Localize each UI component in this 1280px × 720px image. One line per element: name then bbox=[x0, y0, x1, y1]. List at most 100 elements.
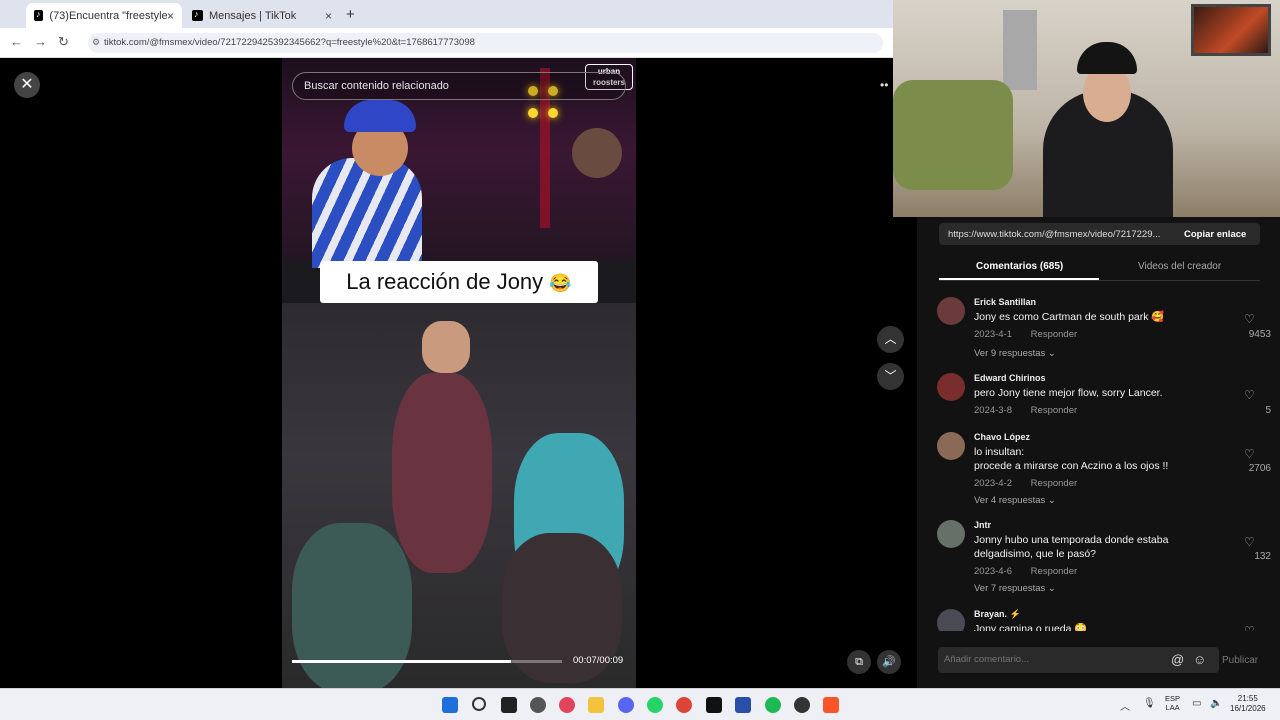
clock-date: 16/1/2026 bbox=[1230, 704, 1266, 713]
comment-item: Brayan. ⚡ Jony camina o rueda 😳 ♡ bbox=[937, 609, 1267, 631]
search-related-input[interactable]: Buscar contenido relacionado bbox=[292, 72, 626, 100]
share-url[interactable]: https://www.tiktok.com/@fmsmex/video/721… bbox=[948, 229, 1174, 240]
obs-icon[interactable] bbox=[794, 697, 810, 713]
file-explorer-icon[interactable] bbox=[588, 697, 604, 713]
chatgpt-icon[interactable] bbox=[530, 697, 546, 713]
tiktok-icon bbox=[34, 9, 44, 21]
like-heart-icon[interactable]: ♡ bbox=[1244, 624, 1255, 631]
view-replies-button[interactable]: Ver 4 respuestas ⌄ bbox=[974, 495, 1056, 506]
comment-meta: 2023-4-2 Responder bbox=[974, 478, 1077, 489]
whatsapp-icon[interactable] bbox=[647, 697, 663, 713]
tab-mensajes[interactable]: Mensajes | TikTok × bbox=[184, 3, 340, 28]
volume-tray-icon[interactable]: 🔈 bbox=[1210, 698, 1222, 709]
previous-video-button[interactable]: ︿ bbox=[877, 326, 904, 353]
reply-button[interactable]: Responder bbox=[1031, 478, 1077, 489]
avatar[interactable] bbox=[937, 609, 965, 631]
url-field[interactable]: ⚙ tiktok.com/@fmsmex/video/7217229425392… bbox=[88, 33, 883, 53]
tab-creator-videos[interactable]: Videos del creador bbox=[1138, 261, 1221, 272]
back-icon[interactable]: ← bbox=[10, 34, 23, 49]
like-heart-icon[interactable]: ♡ bbox=[1244, 535, 1255, 549]
copy-link-button[interactable]: Copiar enlace bbox=[1184, 229, 1246, 240]
comment-username[interactable]: Edward Chirinos bbox=[974, 373, 1046, 383]
comment-meta: 2024-3-8 Responder bbox=[974, 405, 1077, 416]
like-heart-icon[interactable]: ♡ bbox=[1244, 447, 1255, 461]
volume-icon[interactable]: 🔊 bbox=[877, 650, 901, 674]
comment-item: Jntr Jonny hubo una temporada donde esta… bbox=[937, 520, 1271, 598]
reply-button[interactable]: Responder bbox=[1031, 566, 1077, 577]
avatar[interactable] bbox=[937, 297, 965, 325]
video-player[interactable]: urban roosters Buscar contenido relacion… bbox=[282, 58, 636, 688]
more-options-icon[interactable]: •• bbox=[880, 78, 888, 92]
reply-button[interactable]: Responder bbox=[1031, 329, 1077, 340]
microphone-icon[interactable]: 🎙 bbox=[1143, 698, 1156, 709]
person-maroon-hoodie bbox=[392, 373, 492, 573]
comment-date: 2023-4-6 bbox=[974, 566, 1013, 577]
panel-tabs: Comentarios (685) Videos del creador bbox=[939, 261, 1260, 281]
new-tab-button[interactable]: + bbox=[346, 6, 355, 23]
keyboard-language[interactable]: ESP LAA bbox=[1165, 694, 1180, 712]
comment-username[interactable]: Erick Santillan bbox=[974, 297, 1036, 307]
tab-comments[interactable]: Comentarios (685) bbox=[976, 261, 1063, 272]
app-icon[interactable] bbox=[501, 697, 517, 713]
search-icon[interactable] bbox=[472, 697, 486, 711]
webcam-overlay bbox=[893, 0, 1280, 217]
close-video-button[interactable]: ✕ bbox=[14, 72, 40, 98]
windows-start-icon[interactable] bbox=[442, 697, 458, 713]
comment-text: Jonny hubo una temporada donde estaba de… bbox=[974, 534, 1169, 560]
tiktok-icon bbox=[192, 9, 203, 21]
browser-tabbar: (73)Encuentra "freestyle" en × Mensajes … bbox=[0, 0, 893, 28]
fridge bbox=[1003, 10, 1037, 90]
publish-button[interactable]: Publicar bbox=[1222, 655, 1258, 666]
discord-icon[interactable] bbox=[618, 697, 634, 713]
mention-at-icon[interactable]: @ bbox=[1171, 652, 1184, 667]
site-info-icon[interactable]: ⚙ bbox=[92, 37, 100, 48]
view-replies-button[interactable]: Ver 9 respuestas ⌄ bbox=[974, 348, 1056, 359]
capcut-icon[interactable] bbox=[706, 697, 722, 713]
stage-light bbox=[528, 108, 538, 118]
app-icon[interactable] bbox=[735, 697, 751, 713]
streamer-cap bbox=[1077, 42, 1137, 74]
tab-freestyle[interactable]: (73)Encuentra "freestyle" en × bbox=[26, 3, 182, 28]
view-replies-button[interactable]: Ver 7 respuestas ⌄ bbox=[974, 583, 1056, 594]
tiktok-page: ✕ urban roosters Buscar contenido relaci… bbox=[0, 58, 917, 688]
reply-button[interactable]: Responder bbox=[1031, 405, 1077, 416]
chrome-icon[interactable] bbox=[676, 697, 692, 713]
todo-icon[interactable] bbox=[559, 697, 575, 713]
address-bar: ← → ↻ ⚙ tiktok.com/@fmsmex/video/7217229… bbox=[0, 28, 893, 58]
comments-list: Erick Santillan Jony es como Cartman de … bbox=[917, 291, 1280, 631]
video-progress-bar[interactable] bbox=[292, 660, 562, 663]
network-icon[interactable]: ▭ bbox=[1192, 698, 1201, 709]
forward-icon[interactable]: → bbox=[34, 34, 47, 49]
like-heart-icon[interactable]: ♡ bbox=[1244, 388, 1255, 402]
picture-in-picture-icon[interactable]: ⧉ bbox=[847, 650, 871, 674]
stage-light bbox=[548, 108, 558, 118]
emoji-icon[interactable]: ☺ bbox=[1193, 652, 1206, 667]
spotify-icon[interactable] bbox=[765, 697, 781, 713]
video-frame-bottom bbox=[282, 303, 636, 688]
comment-item: Edward Chirinos pero Jony tiene mejor fl… bbox=[937, 373, 1271, 423]
add-comment-input[interactable] bbox=[944, 654, 1164, 665]
comment-username[interactable]: Chavo López bbox=[974, 432, 1030, 442]
video-caption: La reacción de Jony 😂 bbox=[320, 261, 598, 303]
comment-username[interactable]: Brayan. ⚡ bbox=[974, 609, 1021, 620]
avatar[interactable] bbox=[937, 373, 965, 401]
comment-date: 2024-3-8 bbox=[974, 405, 1013, 416]
person-head bbox=[422, 321, 470, 373]
comments-panel: https://www.tiktok.com/@fmsmex/video/721… bbox=[917, 217, 1280, 688]
like-heart-icon[interactable]: ♡ bbox=[1244, 312, 1255, 326]
avatar[interactable] bbox=[937, 432, 965, 460]
brave-icon[interactable] bbox=[823, 697, 839, 713]
like-count: 9453 bbox=[1248, 329, 1271, 340]
avatar[interactable] bbox=[937, 520, 965, 548]
clock[interactable]: 21:55 16/1/2026 bbox=[1230, 694, 1266, 714]
close-tab-icon[interactable]: × bbox=[325, 9, 332, 23]
comment-item: Erick Santillan Jony es como Cartman de … bbox=[937, 297, 1271, 365]
share-link-bar: https://www.tiktok.com/@fmsmex/video/721… bbox=[939, 223, 1260, 245]
tray-chevron-icon[interactable]: ︿ bbox=[1120, 698, 1130, 713]
close-tab-icon[interactable]: × bbox=[167, 9, 174, 23]
active-tab-indicator bbox=[939, 278, 1099, 280]
comment-username[interactable]: Jntr bbox=[974, 520, 991, 530]
reload-icon[interactable]: ↻ bbox=[58, 34, 69, 50]
next-video-button[interactable]: ﹀ bbox=[877, 363, 904, 390]
like-count: 2706 bbox=[1248, 463, 1271, 474]
